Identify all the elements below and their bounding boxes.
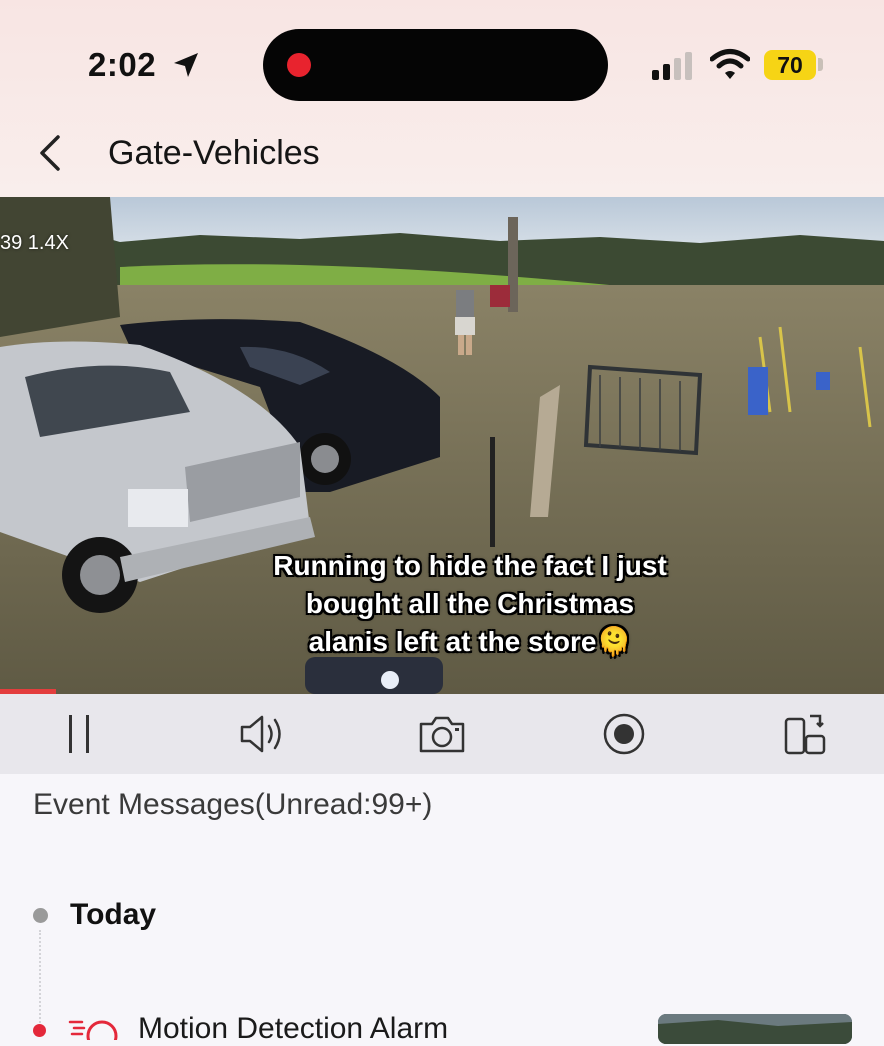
rotate-screen-button[interactable] [766, 694, 846, 774]
speaker-icon [240, 715, 281, 753]
recording-dot-icon [287, 53, 311, 77]
location-arrow-icon [174, 53, 198, 77]
timeline-dot [33, 908, 48, 923]
status-time: 2:02 [88, 46, 157, 83]
record-button[interactable] [584, 694, 664, 774]
playback-control-bar [0, 694, 884, 774]
battery-level: 70 [777, 52, 803, 78]
battery-cap [818, 58, 823, 71]
pause-button[interactable] [40, 694, 120, 774]
unread-dot [33, 1024, 46, 1037]
page-title: Gate-Vehicles [108, 134, 320, 172]
event-item-label[interactable]: Motion Detection Alarm [138, 1012, 448, 1046]
caption-line-3: alanis left at the store🫠 [308, 626, 632, 657]
pause-icon [69, 715, 89, 753]
cell-signal-icon [652, 52, 692, 80]
screen-rotate-icon [784, 714, 826, 755]
motion-alarm-icon [68, 1020, 118, 1040]
event-messages-title: Event Messages(Unread:99+) [33, 788, 433, 821]
snapshot-button[interactable] [402, 694, 482, 774]
caption-line-2: bought all the Christmas [305, 588, 635, 619]
record-icon [603, 713, 645, 755]
wifi-icon [710, 49, 750, 79]
zoom-level-label: 39 1.4X [0, 232, 69, 254]
caption-line-1: Running to hide the fact I just [273, 550, 667, 581]
chevron-left-icon[interactable] [36, 134, 66, 172]
timeline-line [39, 930, 41, 1034]
mute-button[interactable] [222, 694, 302, 774]
camera-icon [419, 716, 465, 753]
video-caption: Running to hide the fact I just bought a… [200, 547, 740, 661]
battery-icon: 70 [764, 50, 816, 80]
dynamic-island [263, 29, 608, 101]
event-thumbnail[interactable] [658, 1014, 852, 1044]
date-group-label: Today [70, 898, 157, 931]
thumbnail-image [658, 1014, 852, 1044]
